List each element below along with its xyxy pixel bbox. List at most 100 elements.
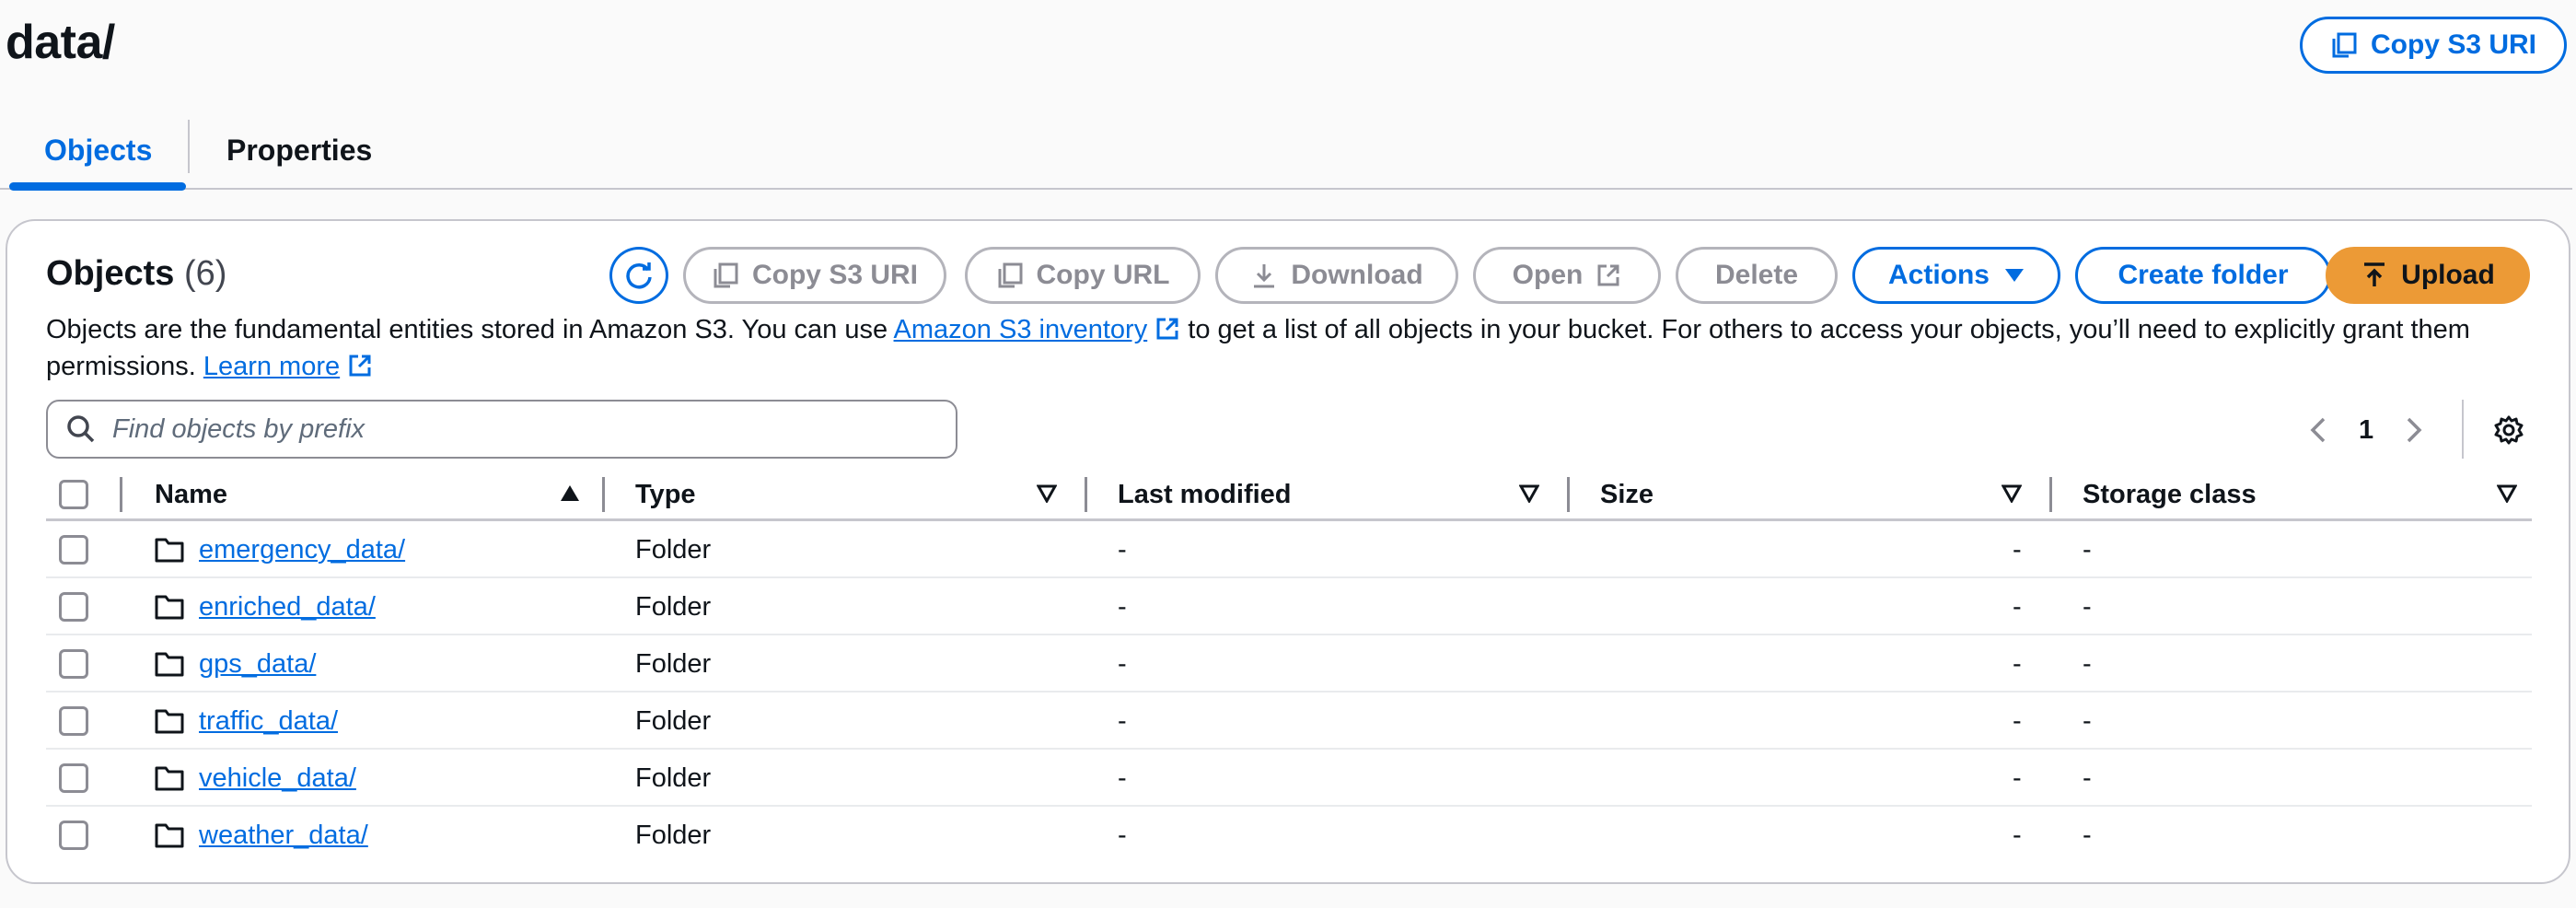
create-folder-button[interactable]: Create folder bbox=[2075, 247, 2331, 304]
external-link-icon bbox=[349, 355, 371, 377]
learn-more-link[interactable]: Learn more bbox=[203, 352, 340, 381]
s3-inventory-link[interactable]: Amazon S3 inventory bbox=[894, 315, 1148, 344]
object-link[interactable]: vehicle_data/ bbox=[199, 763, 356, 794]
column-header-type[interactable]: Type bbox=[635, 468, 696, 521]
size-cell: - bbox=[2013, 762, 2022, 793]
upload-button[interactable]: Upload bbox=[2326, 247, 2530, 304]
tab-objects[interactable]: Objects bbox=[44, 111, 152, 190]
last-modified-cell: - bbox=[1118, 591, 1127, 622]
tab-properties[interactable]: Properties bbox=[226, 111, 372, 190]
actions-label: Actions bbox=[1887, 260, 1990, 290]
type-cell: Folder bbox=[635, 648, 712, 679]
copy-icon bbox=[714, 262, 738, 288]
external-link-icon bbox=[1156, 318, 1178, 340]
description-text-1: Objects are the fundamental entities sto… bbox=[46, 315, 894, 344]
copy-url-button[interactable]: Copy URL bbox=[965, 247, 1201, 304]
select-all-checkbox[interactable] bbox=[59, 480, 88, 509]
column-separator bbox=[2049, 477, 2052, 512]
sort-icon[interactable] bbox=[2002, 484, 2022, 503]
download-label: Download bbox=[1291, 260, 1423, 290]
column-header-type-label: Type bbox=[635, 479, 696, 509]
table-row: enriched_data/ Folder - - - bbox=[46, 578, 2532, 635]
column-header-name[interactable]: Name bbox=[155, 468, 227, 521]
active-tab-indicator bbox=[9, 182, 186, 191]
object-link[interactable]: emergency_data/ bbox=[199, 535, 405, 565]
folder-icon bbox=[155, 823, 184, 848]
folder-icon bbox=[155, 652, 184, 677]
page-title: data/ bbox=[6, 16, 115, 69]
folder-icon bbox=[155, 595, 184, 620]
chevron-right-icon[interactable] bbox=[2403, 415, 2425, 445]
size-cell: - bbox=[2013, 705, 2022, 736]
copy-s3-uri-header-button[interactable]: Copy S3 URI bbox=[2300, 17, 2567, 74]
delete-label: Delete bbox=[1714, 260, 1799, 290]
column-header-last-modified[interactable]: Last modified bbox=[1118, 468, 1292, 521]
column-header-name-label: Name bbox=[155, 479, 227, 509]
column-header-size[interactable]: Size bbox=[1600, 468, 1654, 521]
row-checkbox[interactable] bbox=[59, 706, 88, 736]
column-header-storage-class[interactable]: Storage class bbox=[2083, 468, 2257, 521]
row-select-cell bbox=[59, 693, 88, 750]
storage-class-cell: - bbox=[2083, 591, 2092, 622]
search-icon bbox=[67, 415, 95, 443]
column-header-last-modified-label: Last modified bbox=[1118, 479, 1292, 509]
size-cell: - bbox=[2013, 534, 2022, 565]
objects-description: Objects are the fundamental entities sto… bbox=[46, 311, 2532, 385]
refresh-icon bbox=[626, 262, 652, 289]
table-header: Name Type Last modified Size Storage cla… bbox=[46, 468, 2532, 521]
copy-s3-uri-header-label: Copy S3 URI bbox=[2370, 29, 2537, 60]
last-modified-cell: - bbox=[1118, 648, 1127, 679]
row-checkbox[interactable] bbox=[59, 535, 88, 565]
object-link[interactable]: traffic_data/ bbox=[199, 706, 338, 737]
size-cell: - bbox=[2013, 820, 2022, 850]
download-button[interactable]: Download bbox=[1215, 247, 1458, 304]
sort-icon[interactable] bbox=[2497, 484, 2517, 503]
last-modified-cell: - bbox=[1118, 534, 1127, 565]
name-cell: gps_data/ bbox=[155, 635, 316, 693]
object-link[interactable]: gps_data/ bbox=[199, 649, 316, 680]
external-link-icon bbox=[1597, 264, 1619, 286]
row-checkbox[interactable] bbox=[59, 763, 88, 793]
copy-s3-uri-button[interactable]: Copy S3 URI bbox=[683, 247, 946, 304]
storage-class-cell: - bbox=[2083, 534, 2092, 565]
delete-button[interactable]: Delete bbox=[1676, 247, 1838, 304]
row-checkbox[interactable] bbox=[59, 821, 88, 850]
open-button[interactable]: Open bbox=[1473, 247, 1661, 304]
object-link[interactable]: enriched_data/ bbox=[199, 592, 376, 623]
objects-heading-label: Objects bbox=[46, 254, 175, 293]
objects-heading: Objects (6) bbox=[46, 254, 226, 294]
row-select-cell bbox=[59, 578, 88, 635]
search-input[interactable] bbox=[112, 413, 922, 445]
row-select-cell bbox=[59, 750, 88, 807]
chevron-left-icon[interactable] bbox=[2307, 415, 2329, 445]
name-cell: vehicle_data/ bbox=[155, 750, 356, 807]
table-row: vehicle_data/ Folder - - - bbox=[46, 750, 2532, 807]
sort-ascending-icon[interactable] bbox=[560, 484, 580, 503]
last-modified-cell: - bbox=[1118, 762, 1127, 793]
column-separator bbox=[1085, 477, 1087, 512]
caret-down-icon bbox=[2005, 269, 2024, 282]
refresh-button[interactable] bbox=[609, 247, 668, 304]
actions-dropdown[interactable]: Actions bbox=[1852, 247, 2060, 304]
name-cell: enriched_data/ bbox=[155, 578, 376, 635]
row-select-cell bbox=[59, 807, 88, 864]
last-modified-cell: - bbox=[1118, 820, 1127, 850]
current-page[interactable]: 1 bbox=[2359, 415, 2373, 446]
name-cell: traffic_data/ bbox=[155, 693, 338, 750]
sort-icon[interactable] bbox=[1037, 484, 1057, 503]
column-header-size-label: Size bbox=[1600, 479, 1654, 509]
gear-icon[interactable] bbox=[2493, 414, 2524, 446]
table-row: weather_data/ Folder - - - bbox=[46, 807, 2532, 864]
pagination-divider bbox=[2462, 400, 2464, 459]
upload-label: Upload bbox=[2401, 260, 2495, 290]
row-checkbox[interactable] bbox=[59, 592, 88, 622]
row-checkbox[interactable] bbox=[59, 649, 88, 679]
storage-class-cell: - bbox=[2083, 648, 2092, 679]
tab-divider bbox=[188, 120, 190, 173]
type-cell: Folder bbox=[635, 534, 712, 565]
object-link[interactable]: weather_data/ bbox=[199, 821, 368, 851]
type-cell: Folder bbox=[635, 762, 712, 793]
sort-icon[interactable] bbox=[1519, 484, 1539, 503]
tab-properties-label: Properties bbox=[226, 133, 373, 167]
name-cell: emergency_data/ bbox=[155, 521, 405, 578]
